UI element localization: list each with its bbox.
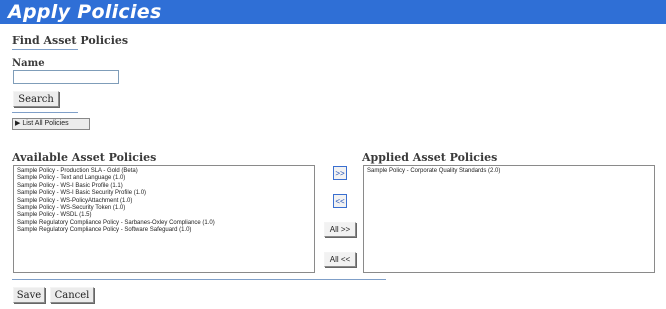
page-title: Apply Policies bbox=[8, 1, 162, 23]
list-item[interactable]: Sample Policy - Corporate Quality Standa… bbox=[367, 168, 651, 175]
list-item[interactable]: Sample Regulatory Compliance Policy - Sa… bbox=[17, 220, 311, 227]
list-item[interactable]: Sample Policy - Production SLA - Gold (B… bbox=[17, 168, 311, 175]
search-button[interactable]: Search bbox=[13, 91, 59, 107]
list-item[interactable]: Sample Policy - WSDL (1.5) bbox=[17, 212, 311, 219]
remove-all-button[interactable]: All << bbox=[324, 252, 356, 267]
name-label: Name bbox=[12, 58, 45, 69]
find-heading-divider bbox=[12, 49, 78, 50]
applied-policies-heading: Applied Asset Policies bbox=[362, 151, 498, 164]
cancel-button[interactable]: Cancel bbox=[50, 287, 94, 303]
list-item[interactable]: Sample Policy - WS-PolicyAttachment (1.0… bbox=[17, 198, 311, 205]
remove-selected-button[interactable]: << bbox=[333, 194, 347, 208]
available-policies-list[interactable]: Sample Policy - Production SLA - Gold (B… bbox=[13, 165, 315, 273]
add-all-button[interactable]: All >> bbox=[324, 222, 356, 237]
find-policies-heading: Find Asset Policies bbox=[12, 34, 129, 47]
save-button[interactable]: Save bbox=[13, 287, 45, 303]
applied-policies-list[interactable]: Sample Policy - Corporate Quality Standa… bbox=[363, 165, 655, 273]
page-title-bar: Apply Policies bbox=[0, 0, 666, 24]
name-input[interactable] bbox=[13, 70, 119, 84]
list-item[interactable]: Sample Policy - WS-I Basic Security Prof… bbox=[17, 190, 311, 197]
add-selected-button[interactable]: >> bbox=[333, 166, 347, 180]
list-item[interactable]: Sample Policy - WS-I Basic Profile (1.1) bbox=[17, 183, 311, 190]
list-item[interactable]: Sample Policy - Text and Language (1.0) bbox=[17, 175, 311, 182]
list-item[interactable]: Sample Policy - WS-Security Token (1.0) bbox=[17, 205, 311, 212]
search-divider bbox=[12, 112, 78, 113]
list-item[interactable]: Sample Regulatory Compliance Policy - So… bbox=[17, 227, 311, 234]
list-all-policies-button[interactable]: ▶ List All Policies bbox=[12, 118, 90, 130]
footer-divider bbox=[12, 279, 386, 280]
available-policies-heading: Available Asset Policies bbox=[12, 151, 157, 164]
